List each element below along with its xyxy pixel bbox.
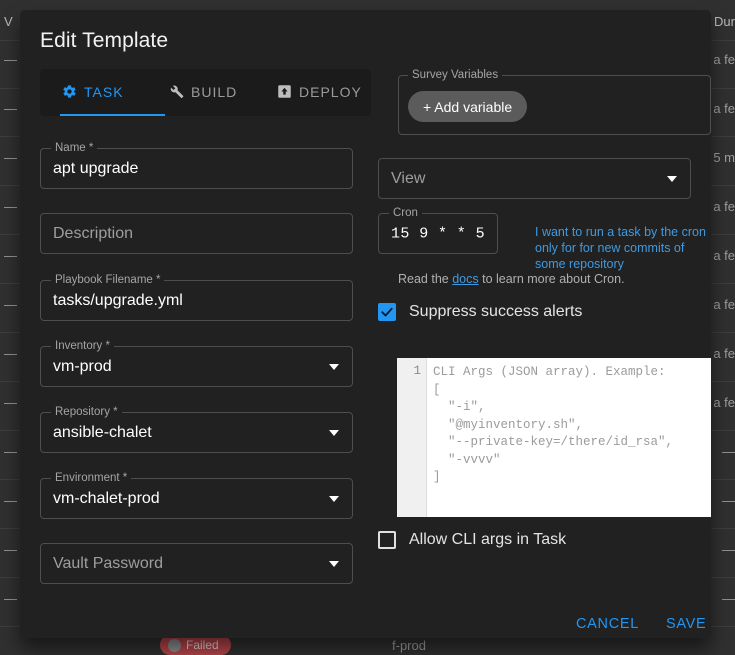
cron-docs-note: Read the docs to learn more about Cron. [398,272,625,286]
tab-deploy-label: DEPLOY [299,84,362,100]
tab-bar: TASK BUILD DEPLOY [40,69,371,116]
repository-select-label: Repository * [51,406,122,418]
bg-cell-right: — [722,591,735,606]
survey-variables-label: Survey Variables [408,69,502,81]
cron-field[interactable]: Cron 15 9 * * 5 [378,213,498,254]
bg-cell-left: — [4,493,17,508]
chevron-down-icon[interactable] [329,364,339,370]
bg-environment-cell: f-prod [392,638,426,653]
bg-cell-left: — [4,591,17,606]
status-badge-label: Failed [186,638,219,652]
bg-cell-right: — [722,444,735,459]
bg-cell-left: — [4,444,17,459]
error-circle-icon [168,639,181,652]
vault-password-placeholder: Vault Password [53,555,163,573]
repository-select-value: ansible-chalet [53,424,152,442]
inventory-select-value: vm-prod [53,358,112,376]
chevron-down-icon[interactable] [329,496,339,502]
playbook-filename-label: Playbook Filename * [51,274,164,286]
suppress-success-alerts-checkbox[interactable]: Suppress success alerts [378,303,582,321]
tab-deploy[interactable]: DEPLOY [277,69,362,114]
dialog-title: Edit Template [40,29,168,53]
cron-field-label: Cron [389,207,422,219]
description-field-placeholder: Description [53,225,133,243]
wrench-icon [169,84,184,99]
docs-link[interactable]: docs [452,272,478,286]
environment-select-value: vm-chalet-prod [53,490,160,508]
bg-column-header-right: Dur [714,14,735,32]
bg-cell-right: a fe [713,101,735,116]
repository-select[interactable]: Repository * ansible-chalet [40,412,353,453]
tab-active-indicator [60,114,165,116]
description-field[interactable]: Description [40,213,353,254]
bg-cell-right: — [722,542,735,557]
cron-field-value: 15 9 * * 5 [391,225,485,242]
view-select[interactable]: View [378,158,691,199]
cancel-button[interactable]: CANCEL [568,610,647,638]
edit-template-dialog: Edit Template TASK BUILD DEPLOY Name * a… [20,10,711,638]
name-field-value: apt upgrade [53,160,138,178]
checkbox-checked-icon [378,303,396,321]
name-field[interactable]: Name * apt upgrade [40,148,353,189]
upload-box-icon [277,84,292,99]
bg-cell-right: 5 m [713,150,735,165]
allow-cli-args-label: Allow CLI args in Task [409,531,566,549]
vault-password-select[interactable]: Vault Password [40,543,353,584]
chevron-down-icon[interactable] [329,430,339,436]
bg-cell-left: — [4,346,17,361]
checkbox-unchecked-icon [378,531,396,549]
cron-docs-suffix: to learn more about Cron. [479,272,625,286]
cron-help-link[interactable]: I want to run a task by the cron only fo… [535,224,711,272]
tab-task[interactable]: TASK [62,69,124,114]
environment-select-label: Environment * [51,472,131,484]
playbook-filename-field[interactable]: Playbook Filename * tasks/upgrade.yml [40,280,353,321]
inventory-select[interactable]: Inventory * vm-prod [40,346,353,387]
allow-cli-args-checkbox[interactable]: Allow CLI args in Task [378,531,566,549]
name-field-label: Name * [51,142,97,154]
cli-args-editor[interactable]: 1 CLI Args (JSON array). Example: [ "-i"… [397,358,711,517]
save-button[interactable]: SAVE [658,610,711,638]
environment-select[interactable]: Environment * vm-chalet-prod [40,478,353,519]
bg-cell-left: — [4,52,17,67]
bg-cell-right: — [722,493,735,508]
bg-cell-left: — [4,395,17,410]
gear-icon [62,84,77,99]
tab-build-label: BUILD [191,84,237,100]
suppress-success-alerts-label: Suppress success alerts [409,303,582,321]
bg-cell-left: — [4,248,17,263]
bg-cell-right: a fe [713,297,735,312]
cli-args-line-number: 1 [397,358,427,517]
bg-cell-right: a fe [713,248,735,263]
chevron-down-icon[interactable] [667,176,677,182]
bg-column-header-left: V [4,14,13,32]
bg-cell-left: — [4,199,17,214]
cli-args-placeholder-text: CLI Args (JSON array). Example: [ "-i", … [428,358,711,517]
add-variable-button[interactable]: + Add variable [408,91,527,122]
inventory-select-label: Inventory * [51,340,114,352]
bg-cell-left: — [4,297,17,312]
status-badge: Failed [160,635,231,655]
bg-cell-right: a fe [713,52,735,67]
playbook-filename-value: tasks/upgrade.yml [53,292,183,310]
bg-cell-left: — [4,101,17,116]
bg-cell-left: — [4,542,17,557]
tab-task-label: TASK [84,84,124,100]
tab-build[interactable]: BUILD [169,69,237,114]
view-select-placeholder: View [391,170,425,188]
cron-docs-prefix: Read the [398,272,452,286]
bg-cell-left: — [4,150,17,165]
bg-cell-right: a fe [713,346,735,361]
bg-cell-right: a fe [713,199,735,214]
bg-cell-right: a fe [713,395,735,410]
survey-variables-group: Survey Variables + Add variable [398,75,711,135]
chevron-down-icon[interactable] [329,561,339,567]
